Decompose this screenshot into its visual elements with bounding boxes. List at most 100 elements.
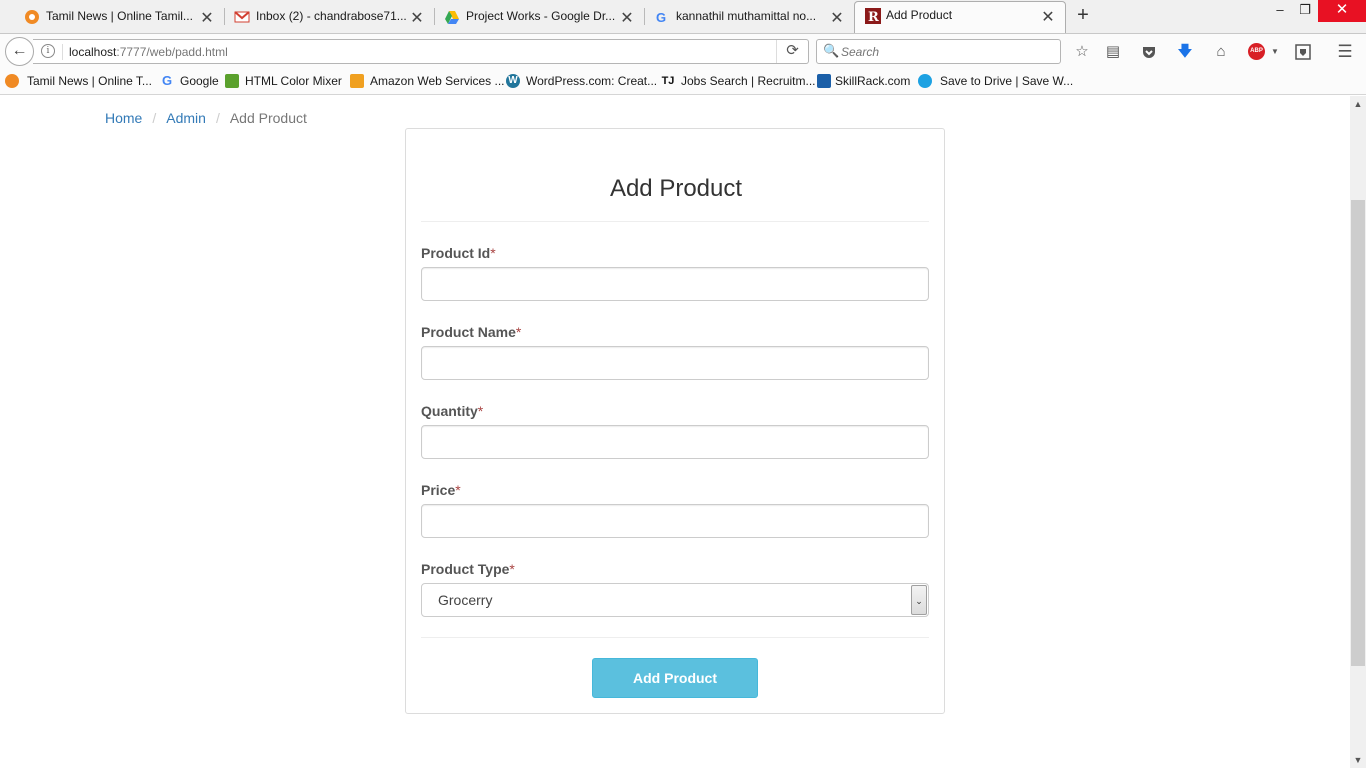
bookmark-aws[interactable]: Amazon Web Services ... (350, 74, 505, 88)
tab-strip: Tamil News | Online Tamil... ✕ Inbox (2)… (0, 0, 1366, 33)
bookmark-jobs-search[interactable]: TJ Jobs Search | Recruitm... (661, 74, 816, 88)
url-bar[interactable]: i localhost:7777/web/padd.html ⟳ (33, 39, 809, 64)
adblock-dropdown-icon[interactable]: ▼ (1265, 42, 1285, 62)
breadcrumb-home-link[interactable]: Home (105, 110, 142, 126)
scroll-up-icon[interactable]: ▲ (1350, 96, 1366, 112)
product-type-select[interactable]: Grocerry ⌄ (421, 583, 929, 617)
shield-icon[interactable] (1293, 42, 1313, 62)
back-button[interactable]: ← (5, 37, 34, 66)
scroll-down-icon[interactable]: ▼ (1350, 752, 1366, 768)
product-name-input[interactable] (421, 346, 929, 380)
search-icon: 🔍 (823, 43, 840, 58)
label-text: Product Name (421, 324, 516, 340)
bookmark-html-color-mixer[interactable]: HTML Color Mixer (225, 74, 342, 88)
tamil-news-icon (24, 9, 40, 25)
product-type-label: Product Type* (421, 561, 515, 577)
svg-text:R: R (868, 10, 879, 24)
search-bar[interactable]: 🔍 (816, 39, 1061, 64)
product-id-label: Product Id* (421, 245, 496, 261)
tj-icon: TJ (661, 75, 675, 87)
url-host: localhost (69, 45, 117, 59)
pocket-icon[interactable] (1139, 42, 1159, 62)
bookmark-label: Amazon Web Services ... (370, 74, 505, 88)
tab-title: kannathil muthamittal no... (676, 9, 817, 23)
site-info-icon[interactable]: i (41, 44, 55, 58)
reading-list-icon[interactable]: ▤ (1103, 42, 1123, 62)
price-input[interactable] (421, 504, 929, 538)
bookmark-label: Jobs Search | Recruitm... (681, 74, 816, 88)
form-title: Add Product (609, 175, 743, 202)
chevron-down-icon[interactable]: ⌄ (911, 585, 927, 615)
add-product-form-panel: Add Product Product Id* Product Name* Qu… (405, 128, 945, 714)
required-mark: * (455, 482, 461, 498)
bookmark-label: HTML Color Mixer (245, 74, 342, 88)
aws-icon (350, 74, 364, 88)
page-content: Home / Admin / Add Product Add Product P… (0, 96, 1350, 768)
url-separator (62, 44, 63, 60)
close-icon[interactable]: ✕ (1041, 7, 1055, 27)
home-icon[interactable]: ⌂ (1211, 42, 1231, 62)
navigation-toolbar: i localhost:7777/web/padd.html ⟳ ← 🔍 ☆ ▤… (0, 33, 1366, 68)
url-text[interactable]: localhost:7777/web/padd.html (69, 45, 228, 59)
quantity-input[interactable] (421, 425, 929, 459)
footer-divider (421, 637, 929, 638)
back-arrow-icon: ← (11, 42, 28, 59)
bookmark-google[interactable]: G Google (160, 73, 219, 89)
breadcrumb-separator: / (152, 110, 157, 126)
gmail-icon (234, 9, 250, 25)
tamil-news-icon (5, 74, 19, 88)
breadcrumb-admin-link[interactable]: Admin (166, 110, 206, 126)
adblock-plus-icon[interactable]: ABP (1248, 43, 1265, 60)
tab-tamil-news[interactable]: Tamil News | Online Tamil... ✕ (0, 2, 224, 31)
restore-button[interactable]: ❐ (1290, 0, 1320, 22)
tab-title: Project Works - Google Dr... (466, 9, 616, 23)
label-text: Product Type (421, 561, 510, 577)
bookmark-wordpress[interactable]: W WordPress.com: Creat... (506, 74, 657, 88)
skillrack-icon (817, 74, 831, 88)
breadcrumb-current: Add Product (229, 110, 307, 126)
search-input[interactable] (841, 43, 1051, 60)
google-drive-icon (444, 9, 460, 25)
save-to-drive-icon (918, 74, 932, 88)
tab-add-product[interactable]: R Add Product ✕ (854, 1, 1066, 33)
reload-icon[interactable]: ⟳ (776, 40, 808, 63)
label-text: Quantity (421, 403, 478, 419)
close-icon[interactable]: ✕ (830, 8, 844, 28)
google-icon: G (161, 73, 173, 88)
downloads-icon[interactable]: 🡇 (1175, 42, 1195, 62)
vertical-scrollbar[interactable]: ▲ ▼ (1350, 96, 1366, 768)
bookmark-tamil-news[interactable]: Tamil News | Online T... (5, 74, 152, 88)
breadcrumb: Home / Admin / Add Product (105, 110, 307, 126)
menu-icon[interactable]: ☰ (1335, 42, 1355, 62)
scrollbar-thumb[interactable] (1351, 200, 1365, 666)
quantity-label: Quantity* (421, 403, 483, 419)
tab-title: Inbox (2) - chandrabose71... (256, 9, 406, 23)
tab-title: Add Product (886, 8, 953, 22)
color-mixer-icon (225, 74, 239, 88)
add-product-button[interactable]: Add Product (592, 658, 758, 698)
bookmark-star-icon[interactable]: ☆ (1072, 42, 1092, 62)
tab-google-search[interactable]: G kannathil muthamittal no... ✕ (630, 2, 854, 31)
bookmark-skillrack[interactable]: SkillRack.com (817, 74, 910, 88)
tab-gmail[interactable]: Inbox (2) - chandrabose71... ✕ (210, 2, 434, 31)
bookmark-label: Google (180, 74, 219, 88)
required-mark: * (509, 561, 515, 577)
label-text: Price (421, 482, 456, 498)
new-tab-button[interactable]: + (1073, 5, 1093, 25)
bookmark-label: Save to Drive | Save W... (940, 74, 1074, 88)
breadcrumb-separator: / (215, 110, 220, 126)
bookmark-save-to-drive[interactable]: Save to Drive | Save W... (918, 74, 1073, 88)
tab-title: Tamil News | Online Tamil... (46, 9, 193, 23)
bookmarks-toolbar: Tamil News | Online T... G Google HTML C… (0, 68, 1366, 95)
bookmark-label: SkillRack.com (835, 74, 911, 88)
tab-google-drive[interactable]: Project Works - Google Dr... ✕ (420, 2, 644, 31)
svg-text:G: G (656, 10, 666, 25)
title-divider (421, 221, 929, 222)
r-favicon-icon: R (865, 8, 881, 25)
required-mark: * (490, 245, 496, 261)
close-window-button[interactable]: ✕ (1318, 0, 1366, 22)
product-id-input[interactable] (421, 267, 929, 301)
wordpress-icon: W (506, 74, 520, 88)
product-name-label: Product Name* (421, 324, 521, 340)
required-mark: * (477, 403, 484, 419)
